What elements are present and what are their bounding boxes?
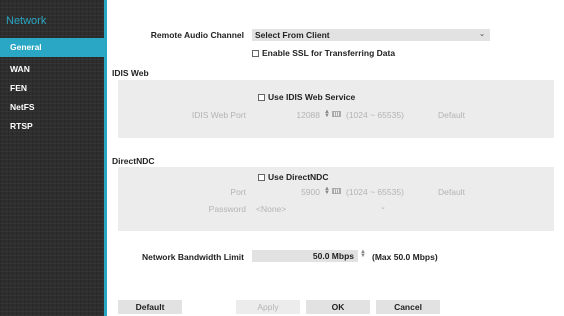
cancel-button[interactable]: Cancel [376,300,440,314]
idis-web-port-label: IDIS Web Port [191,110,246,120]
directndc-password-input[interactable]: <None> [256,204,286,214]
bandwidth-max: (Max 50.0 Mbps) [372,252,438,262]
default-button[interactable]: Default [118,300,182,314]
sidebar-divider [104,0,107,316]
bandwidth-input[interactable]: 50.0 Mbps [252,250,358,262]
directndc-default-button[interactable]: Default [438,187,465,197]
bandwidth-spinner[interactable]: ▲ ▼ [358,248,368,259]
spinner-icon[interactable]: ▲ ▼ [324,186,330,196]
directndc-port-controls: ▲ ▼ [322,185,345,196]
sidebar-item-netfs[interactable]: NetFS [0,98,104,117]
keyboard-icon[interactable] [331,110,341,117]
directndc-panel [118,167,554,231]
sidebar-item-fen[interactable]: FEN [0,79,104,98]
idis-web-port-controls: ▲ ▼ [322,108,345,119]
ssl-checkbox[interactable] [252,50,259,57]
directndc-port-range: (1024 ~ 65535) [346,187,404,197]
idis-web-port-input[interactable]: 12088 [290,110,320,120]
directndc-port-label: Port [230,187,246,197]
remote-audio-select[interactable]: Select From Client ⌄ [252,29,490,41]
use-idis-web-row[interactable]: Use IDIS Web Service [258,92,355,102]
directndc-password-label: Password [208,204,246,214]
idis-web-default-button[interactable]: Default [438,110,465,120]
spinner-icon[interactable]: ▲ ▼ [324,109,330,119]
idis-web-section-title: IDIS Web [112,68,149,78]
use-directndc-row[interactable]: Use DirectNDC [258,172,328,182]
chevron-down-icon[interactable]: ⌄ [380,203,386,211]
sidebar-item-general[interactable]: General [0,38,104,57]
chevron-down-icon: ⌄ [479,31,485,38]
use-idis-web-label: Use IDIS Web Service [268,92,356,102]
sidebar-item-rtsp[interactable]: RTSP [0,117,104,136]
idis-web-port-range: (1024 ~ 65535) [346,110,404,120]
spinner-icon[interactable]: ▲ ▼ [360,249,366,259]
bandwidth-label: Network Bandwidth Limit [142,252,244,262]
use-directndc-label: Use DirectNDC [268,172,329,182]
sidebar-item-wan[interactable]: WAN [0,60,104,79]
remote-audio-value: Select From Client [255,30,330,40]
use-directndc-checkbox[interactable] [258,174,265,181]
apply-button[interactable]: Apply [236,300,300,314]
use-idis-web-checkbox[interactable] [258,94,265,101]
ok-button[interactable]: OK [306,300,370,314]
keyboard-icon[interactable] [331,187,341,194]
sidebar-title: Network [6,15,47,27]
ssl-label: Enable SSL for Transferring Data [262,48,396,58]
ssl-checkbox-row[interactable]: Enable SSL for Transferring Data [252,48,395,58]
remote-audio-label: Remote Audio Channel [150,30,244,40]
directndc-port-input[interactable]: 5900 [290,187,320,197]
directndc-section-title: DirectNDC [112,156,155,166]
